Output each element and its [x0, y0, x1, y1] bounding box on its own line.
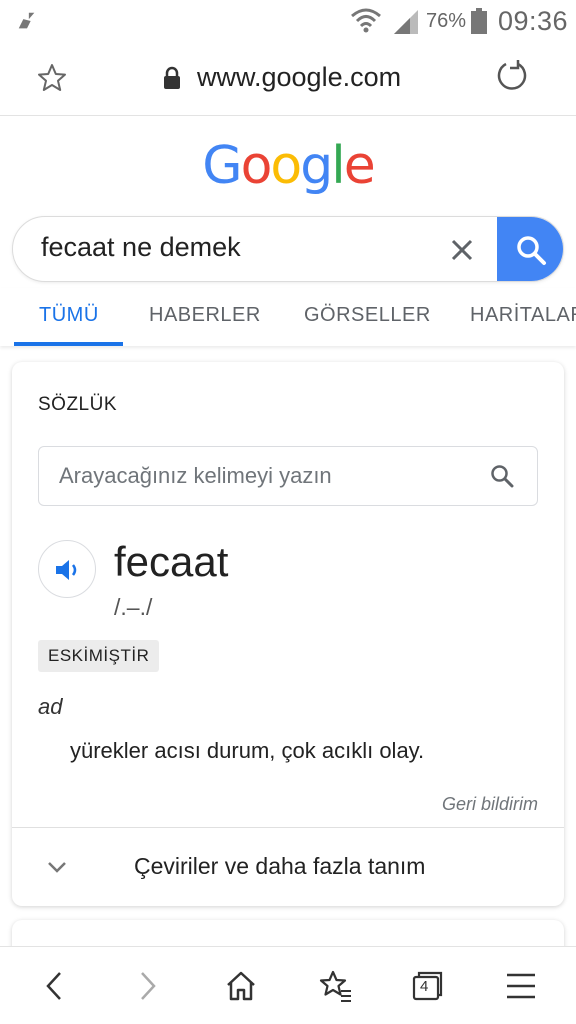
- logo-letter: o: [270, 136, 302, 196]
- section-title: SÖZLÜK: [38, 394, 118, 415]
- search-icon[interactable]: [489, 463, 515, 489]
- chevron-down-icon: [48, 862, 66, 873]
- logo-letter: g: [300, 136, 333, 196]
- headword: fecaat: [114, 538, 229, 585]
- back-icon[interactable]: [38, 969, 72, 1003]
- speaker-icon: [56, 560, 77, 580]
- tab-news[interactable]: HABERLER: [149, 304, 261, 327]
- bookmarks-icon[interactable]: [318, 969, 352, 1003]
- forward-icon[interactable]: [130, 969, 164, 1003]
- pronunciation-button[interactable]: [38, 540, 96, 598]
- url-text[interactable]: www.google.com: [197, 62, 401, 93]
- google-logo[interactable]: Google: [0, 136, 576, 196]
- search-tabs: TÜMÜ HABERLER GÖRSELLER HARİTALAR: [0, 288, 576, 346]
- more-definitions-button[interactable]: Çeviriler ve daha fazla tanım: [12, 828, 564, 906]
- phonetic: /.–./: [114, 594, 153, 620]
- search-box: fecaat ne demek: [12, 216, 564, 282]
- tab-all[interactable]: TÜMÜ: [39, 304, 99, 327]
- active-tab-indicator: [14, 342, 123, 346]
- tab-count: 4: [420, 978, 429, 995]
- logo-letter: e: [343, 136, 376, 196]
- wifi-icon: [351, 8, 381, 33]
- part-of-speech: ad: [38, 694, 63, 719]
- search-input[interactable]: fecaat ne demek: [41, 232, 241, 263]
- lock-icon: [164, 66, 180, 89]
- dictionary-search-field[interactable]: Arayacağınız kelimeyi yazın: [38, 446, 538, 506]
- logo-letter: G: [202, 136, 242, 196]
- dictionary-card: SÖZLÜK Arayacağınız kelimeyi yazın fecaa…: [12, 362, 564, 906]
- feedback-link[interactable]: Geri bildirim: [412, 794, 538, 815]
- battery-percent: 76%: [426, 10, 467, 32]
- menu-icon[interactable]: [504, 969, 538, 1003]
- tabs-button[interactable]: 4: [410, 969, 444, 1003]
- dictionary-search-placeholder: Arayacağınız kelimeyi yazın: [59, 463, 332, 488]
- cleaner-icon: [18, 12, 35, 29]
- signal-icon: [394, 10, 418, 34]
- battery-icon: [471, 8, 487, 34]
- usage-tag: ESKİMİŞTİR: [38, 640, 160, 672]
- logo-letter: o: [240, 136, 273, 196]
- clear-icon[interactable]: [447, 235, 477, 265]
- search-icon: [517, 236, 546, 265]
- clock: 09:36: [498, 6, 569, 36]
- tab-maps[interactable]: HARİTALAR: [470, 304, 576, 327]
- logo-letter: l: [331, 136, 346, 196]
- bookmark-star-icon[interactable]: [36, 62, 68, 94]
- status-bar: 76% 09:36: [0, 0, 576, 44]
- tab-images[interactable]: GÖRSELLER: [304, 304, 431, 327]
- browser-toolbar: 4: [0, 946, 576, 1024]
- home-icon[interactable]: [224, 969, 258, 1003]
- search-button[interactable]: [497, 217, 563, 281]
- more-definitions-label: Çeviriler ve daha fazla tanım: [134, 853, 426, 879]
- definition: yürekler acısı durum, çok acıklı olay.: [70, 738, 425, 763]
- url-bar: www.google.com: [0, 44, 576, 116]
- reload-icon[interactable]: [494, 58, 530, 94]
